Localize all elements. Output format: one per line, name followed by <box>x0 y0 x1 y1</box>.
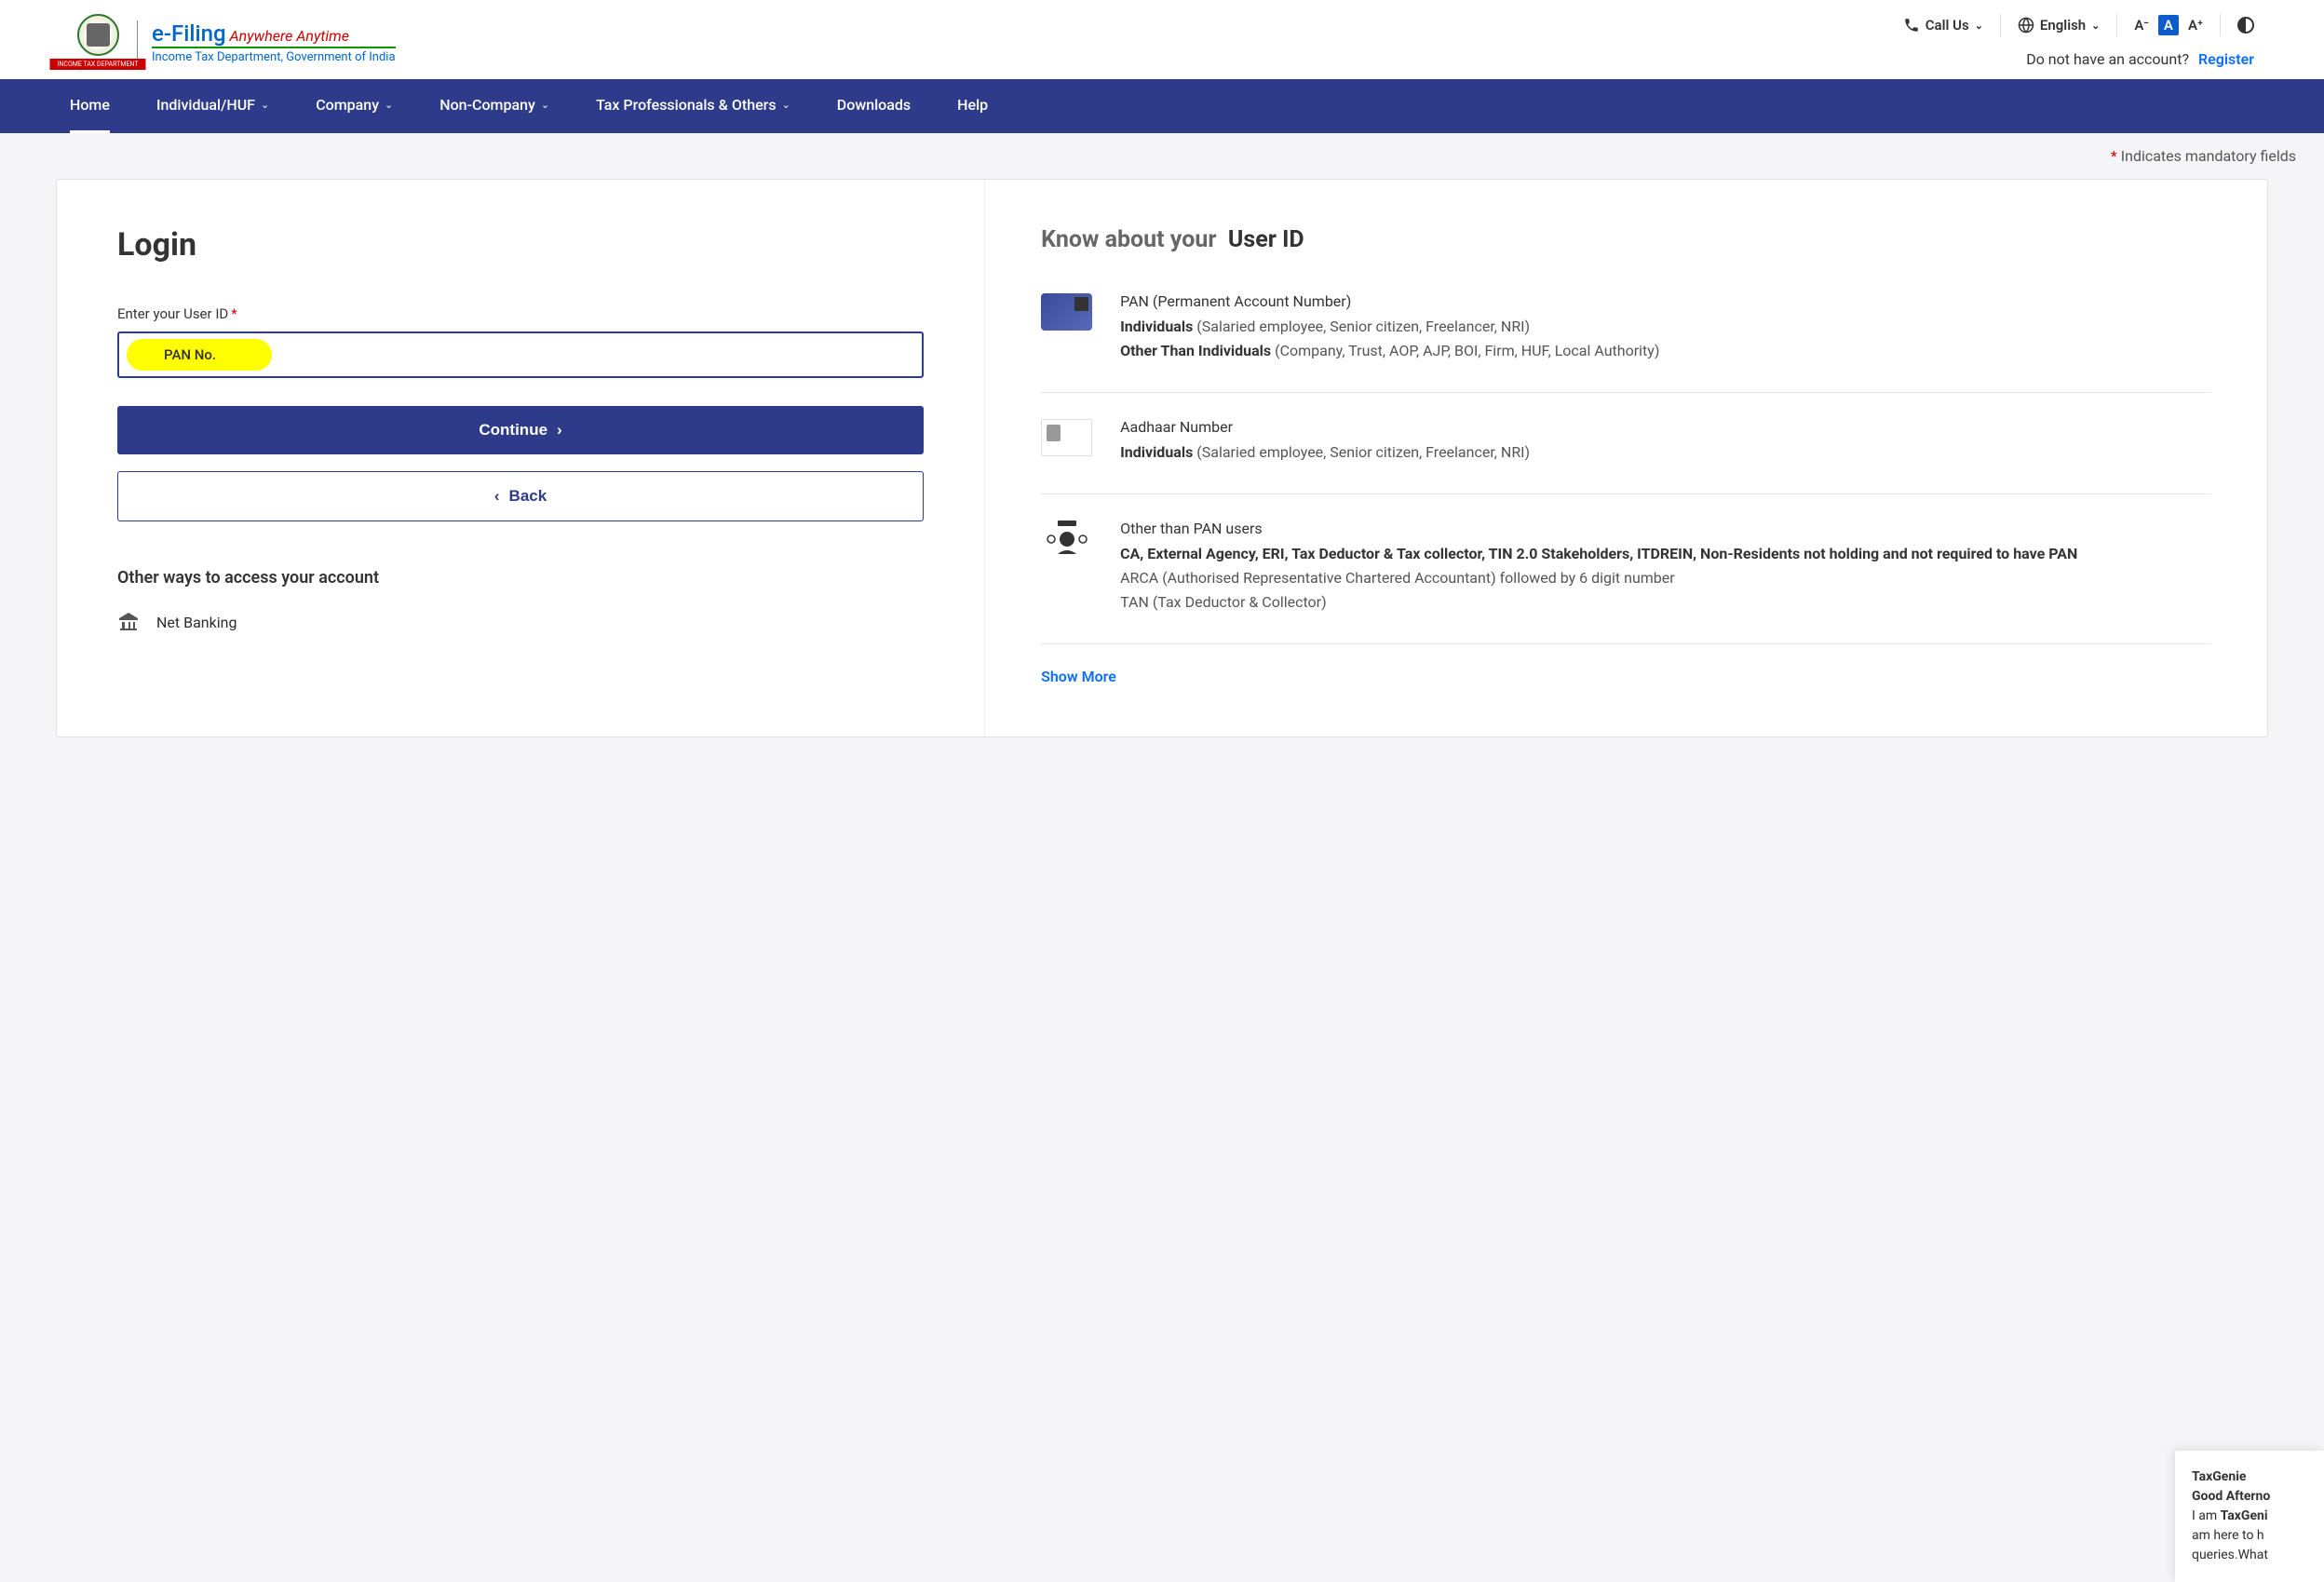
logo-section: INCOME TAX DEPARTMENT e-Filing Anywhere … <box>70 14 396 70</box>
main-nav: Home Individual/HUF⌄ Company⌄ Non-Compan… <box>0 79 2324 133</box>
nav-tax-professionals[interactable]: Tax Professionals & Others⌄ <box>596 79 790 133</box>
globe-icon <box>2018 17 2034 34</box>
chatbot-text: I am TaxGeni <box>2192 1507 2307 1526</box>
no-account-text: Do not have an account? <box>2026 50 2189 68</box>
info-pan: PAN (Permanent Account Number) Individua… <box>1041 291 2211 393</box>
chevron-down-icon: ⌄ <box>385 99 393 111</box>
login-panel: Login Enter your User ID* PAN No. Contin… <box>57 180 985 737</box>
other-users-icon <box>1041 521 1092 558</box>
nav-non-company[interactable]: Non-Company⌄ <box>439 79 549 133</box>
chevron-down-icon: ⌄ <box>261 99 269 111</box>
chatbot-name: TaxGenie <box>2192 1467 2307 1487</box>
nav-individual[interactable]: Individual/HUF⌄ <box>156 79 269 133</box>
chatbot-text: queries.What <box>2192 1546 2307 1565</box>
brand-subtitle: Income Tax Department, Government of Ind… <box>152 47 396 64</box>
chevron-down-icon: ⌄ <box>541 99 549 111</box>
call-us-button[interactable]: Call Us ⌄ <box>1903 17 1983 34</box>
bank-icon <box>117 611 140 633</box>
aadhaar-card-icon <box>1041 419 1092 456</box>
chevron-right-icon: › <box>557 421 562 439</box>
input-highlight: PAN No. <box>127 339 272 371</box>
show-more-link[interactable]: Show More <box>1041 668 2211 685</box>
user-id-label: Enter your User ID* <box>117 305 924 322</box>
chevron-down-icon: ⌄ <box>1975 20 1983 32</box>
chevron-left-icon: ‹ <box>494 487 500 506</box>
brand-name: e-Filing <box>152 20 226 47</box>
mandatory-note: * Indicates mandatory fields <box>0 133 2324 179</box>
nav-home[interactable]: Home <box>70 79 110 133</box>
login-title: Login <box>117 226 924 264</box>
info-title: Know about your User ID <box>1041 226 2211 253</box>
back-button[interactable]: ‹ Back <box>117 471 924 521</box>
nav-help[interactable]: Help <box>957 79 988 133</box>
chatbot-greeting: Good Afterno <box>2192 1487 2307 1507</box>
font-normal-button[interactable]: A <box>2158 15 2179 35</box>
main-container: Login Enter your User ID* PAN No. Contin… <box>56 179 2268 737</box>
contrast-toggle[interactable] <box>2237 17 2254 34</box>
pan-card-icon <box>1041 293 1092 331</box>
font-decrease-button[interactable]: A⁻ <box>2134 17 2149 34</box>
other-ways-title: Other ways to access your account <box>117 568 924 588</box>
language-selector[interactable]: English ⌄ <box>2018 17 2100 34</box>
brand-text: e-Filing Anywhere Anytime Income Tax Dep… <box>137 20 396 64</box>
net-banking-label: Net Banking <box>156 614 236 631</box>
nav-company[interactable]: Company⌄ <box>316 79 393 133</box>
chevron-down-icon: ⌄ <box>782 99 790 111</box>
chatbot-text: am here to h <box>2192 1526 2307 1546</box>
phone-icon <box>1903 17 1920 34</box>
emblem-logo: INCOME TAX DEPARTMENT <box>70 14 126 70</box>
info-panel: Know about your User ID PAN (Permanent A… <box>985 180 2267 737</box>
header-bar: INCOME TAX DEPARTMENT e-Filing Anywhere … <box>0 0 2324 79</box>
register-link[interactable]: Register <box>2198 50 2254 68</box>
divider <box>2000 14 2001 36</box>
net-banking-link[interactable]: Net Banking <box>117 611 924 633</box>
nav-downloads[interactable]: Downloads <box>837 79 911 133</box>
info-other-users: Other than PAN users CA, External Agency… <box>1041 518 2211 644</box>
font-increase-button[interactable]: A⁺ <box>2188 17 2203 34</box>
divider <box>2116 14 2117 36</box>
chevron-down-icon: ⌄ <box>2091 20 2100 32</box>
brand-tagline: Anywhere Anytime <box>230 27 349 45</box>
info-aadhaar: Aadhaar Number Individuals (Salaried emp… <box>1041 416 2211 494</box>
continue-button[interactable]: Continue › <box>117 406 924 454</box>
chatbot-popup[interactable]: TaxGenie Good Afterno I am TaxGeni am he… <box>2175 1451 2324 1582</box>
divider <box>2220 14 2221 36</box>
